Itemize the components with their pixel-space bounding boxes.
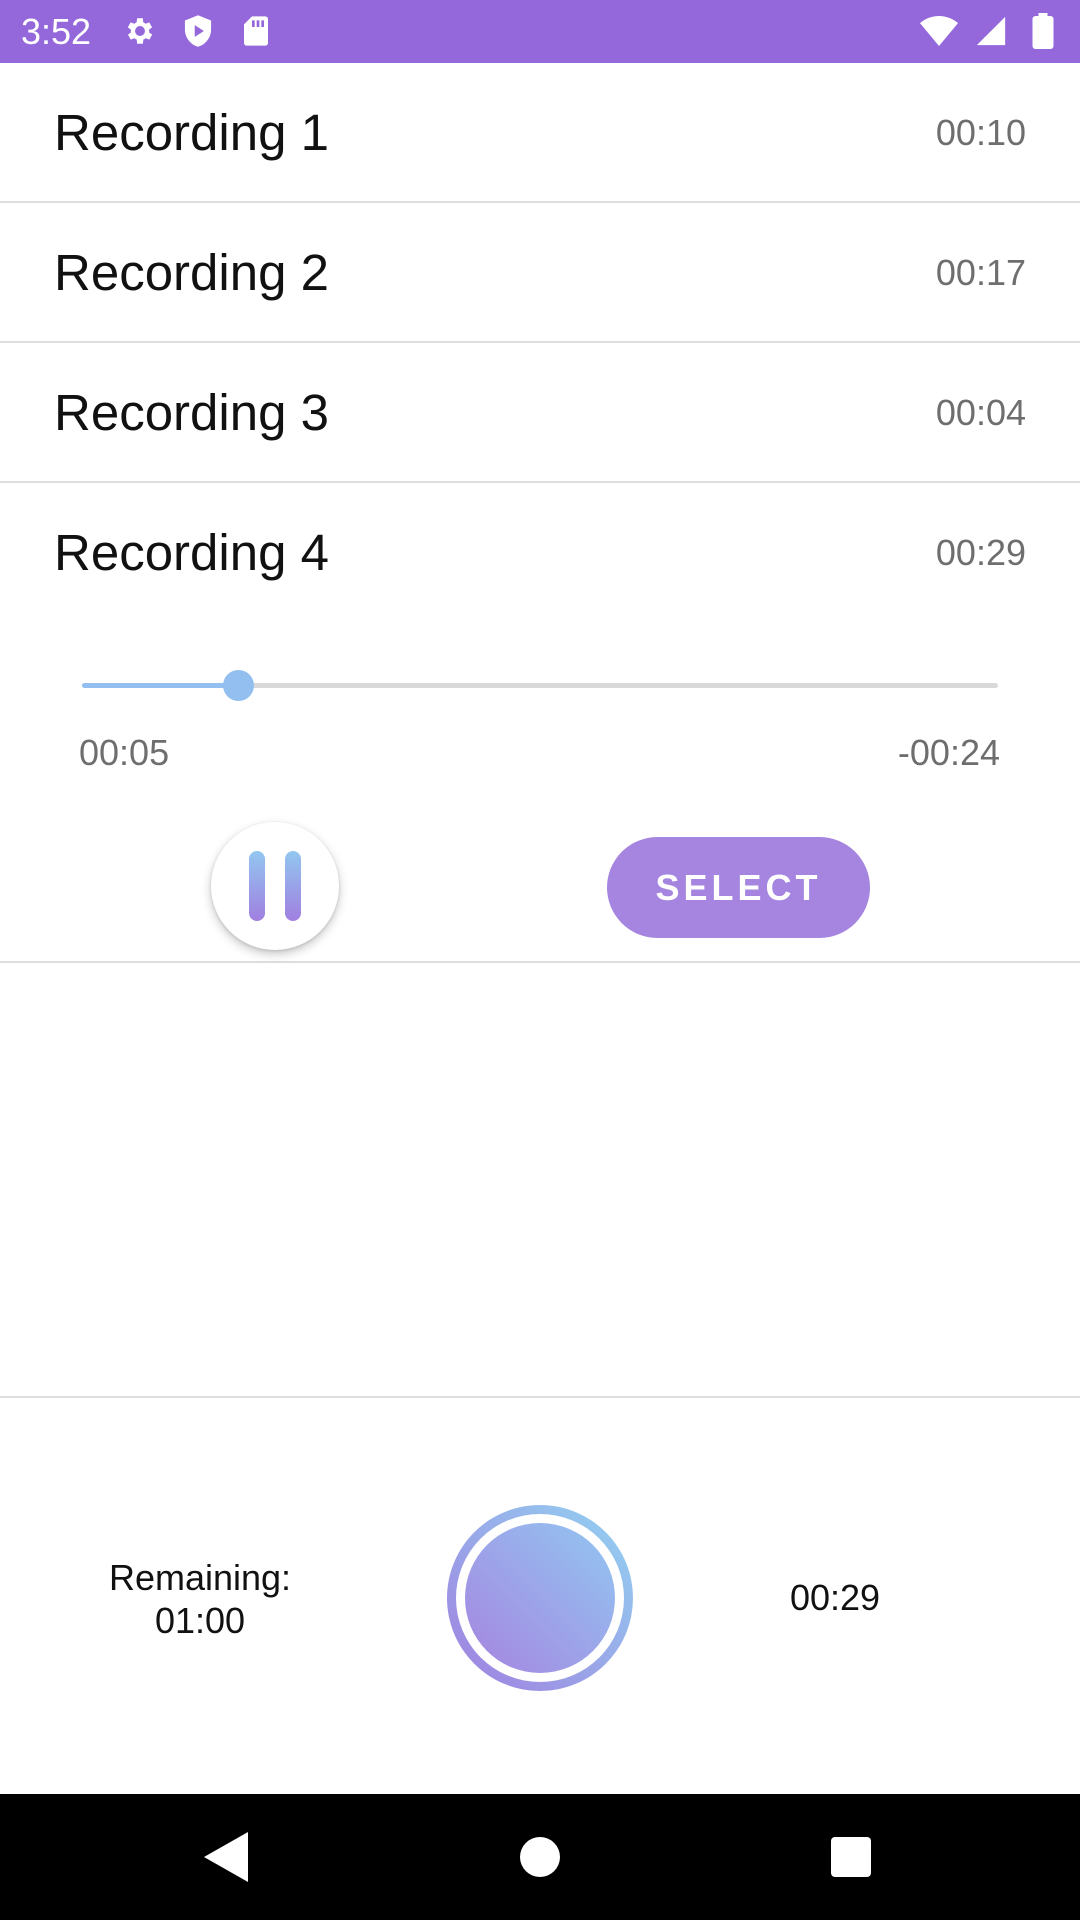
playback-elapsed: 00:05 bbox=[79, 732, 170, 773]
list-item[interactable]: Recording 2 00:17 bbox=[0, 203, 1080, 343]
signal-icon bbox=[972, 11, 1010, 51]
wifi-icon bbox=[920, 11, 958, 51]
recording-name: Recording 2 bbox=[54, 244, 329, 301]
recording-duration: 00:17 bbox=[935, 252, 1026, 293]
sd-card-icon bbox=[237, 11, 275, 51]
list-item[interactable]: Recording 3 00:04 bbox=[0, 343, 1080, 483]
list-item-expanded[interactable]: Recording 4 00:29 00:05 -00:24 SELECT bbox=[0, 483, 1080, 963]
remaining-time: Remaining: 01:00 bbox=[80, 1556, 320, 1642]
home-icon[interactable] bbox=[510, 1827, 570, 1887]
remaining-label: Remaining: bbox=[108, 1557, 292, 1598]
back-icon[interactable] bbox=[196, 1827, 256, 1887]
recording-duration: 00:10 bbox=[935, 112, 1026, 153]
seek-thumb[interactable] bbox=[223, 670, 254, 701]
status-bar: 3:52 bbox=[0, 0, 1080, 63]
record-button-icon bbox=[465, 1523, 615, 1673]
seek-bar[interactable] bbox=[82, 667, 998, 703]
recorder-panel: Remaining: 01:00 00:29 bbox=[0, 1396, 1080, 1794]
seek-progress bbox=[82, 683, 238, 688]
recording-name: Recording 1 bbox=[54, 104, 329, 161]
gear-icon bbox=[121, 11, 159, 51]
playback-remaining: -00:24 bbox=[897, 732, 1000, 773]
recordings-list: Recording 1 00:10 Recording 2 00:17 Reco… bbox=[0, 63, 1080, 963]
status-time: 3:52 bbox=[21, 11, 92, 52]
shield-play-icon bbox=[179, 11, 217, 51]
pause-icon bbox=[249, 851, 265, 921]
navigation-bar bbox=[0, 1794, 1080, 1920]
remaining-value: 01:00 bbox=[154, 1600, 246, 1641]
recording-name: Recording 3 bbox=[54, 384, 329, 441]
recording-elapsed: 00:29 bbox=[789, 1577, 881, 1618]
status-icons-left bbox=[121, 11, 275, 51]
status-icons-right bbox=[920, 11, 1062, 51]
recents-icon[interactable] bbox=[821, 1827, 881, 1887]
recording-name: Recording 4 bbox=[54, 524, 329, 581]
recording-duration: 00:04 bbox=[935, 392, 1026, 433]
pause-button[interactable] bbox=[211, 822, 339, 950]
record-button[interactable] bbox=[447, 1505, 633, 1691]
list-item[interactable]: Recording 1 00:10 bbox=[0, 63, 1080, 203]
recording-duration: 00:29 bbox=[935, 532, 1026, 573]
pause-icon bbox=[285, 851, 301, 921]
select-button[interactable]: SELECT bbox=[607, 837, 870, 938]
battery-icon bbox=[1024, 11, 1062, 51]
